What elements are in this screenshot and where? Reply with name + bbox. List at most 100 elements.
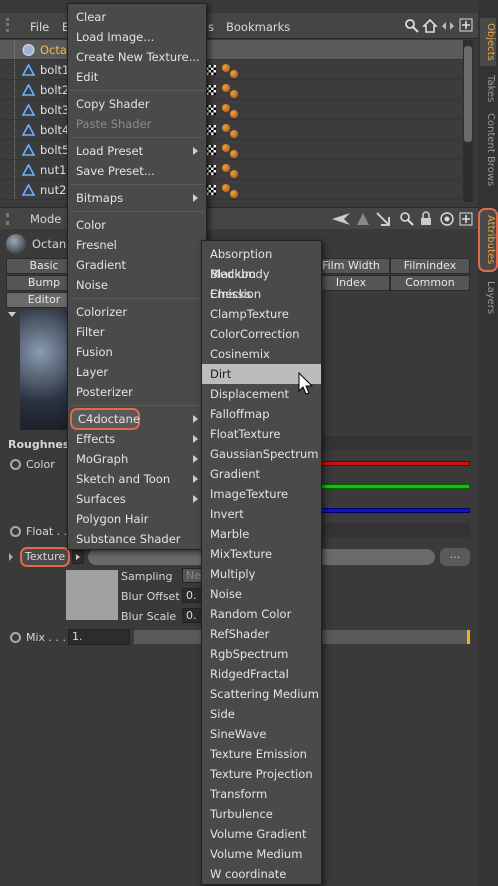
- menu-item-noise[interactable]: Noise: [68, 275, 206, 295]
- menu-item-sketch-and-toon[interactable]: Sketch and Toon: [68, 469, 206, 489]
- back-arrow-icon[interactable]: [330, 212, 352, 226]
- tag-icon[interactable]: [230, 70, 238, 78]
- tag-icon[interactable]: [230, 130, 238, 138]
- menu-item-posterizer[interactable]: Posterizer: [68, 382, 206, 402]
- tag-icon[interactable]: [222, 84, 230, 92]
- submenu-item-turbulence[interactable]: Turbulence: [202, 804, 321, 824]
- menu-item-color[interactable]: Color: [68, 215, 206, 235]
- menu-bookmarks[interactable]: Bookmarks: [226, 20, 290, 34]
- menu-item-colorizer[interactable]: Colorizer: [68, 302, 206, 322]
- tag-icon[interactable]: [222, 184, 230, 192]
- submenu-item-scattering-medium[interactable]: Scattering Medium: [202, 684, 321, 704]
- tag-icon[interactable]: [222, 164, 230, 172]
- texture-menu-button[interactable]: [72, 550, 84, 564]
- up-arrow-icon[interactable]: [356, 212, 370, 226]
- browse-button[interactable]: ...: [440, 548, 470, 566]
- tab-takes[interactable]: Takes: [480, 74, 496, 104]
- tag-icon[interactable]: [230, 90, 238, 98]
- tag-icon[interactable]: [230, 150, 238, 158]
- material-tag-icon[interactable]: [206, 125, 216, 135]
- submenu-item-sinewave[interactable]: SineWave: [202, 724, 321, 744]
- material-tag-icon[interactable]: [206, 65, 216, 75]
- search-icon[interactable]: [400, 212, 414, 226]
- submenu-item-refshader[interactable]: RefShader: [202, 624, 321, 644]
- submenu-item-ridgedfractal[interactable]: RidgedFractal: [202, 664, 321, 684]
- tab-objects[interactable]: Objects: [480, 18, 496, 66]
- arrows-icon[interactable]: [441, 20, 455, 32]
- forward-arrow-icon[interactable]: [376, 212, 390, 226]
- menu-item-load-preset[interactable]: Load Preset: [68, 141, 206, 161]
- material-tag-icon[interactable]: [206, 85, 216, 95]
- add-icon[interactable]: [459, 212, 473, 226]
- menu-item-fresnel[interactable]: Fresnel: [68, 235, 206, 255]
- tab-filmindex[interactable]: Filmindex: [390, 258, 470, 274]
- tab-attributes[interactable]: Attributes: [478, 208, 498, 272]
- tab-layers[interactable]: Layers: [480, 280, 496, 316]
- tag-icon[interactable]: [230, 190, 238, 198]
- submenu-item-multiply[interactable]: Multiply: [202, 564, 321, 584]
- tag-icon[interactable]: [222, 104, 230, 112]
- menu-item-bitmaps[interactable]: Bitmaps: [68, 188, 206, 208]
- search-icon[interactable]: [404, 18, 420, 34]
- tag-icon[interactable]: [222, 124, 230, 132]
- submenu-item-transform[interactable]: Transform: [202, 784, 321, 804]
- submenu-item-marble[interactable]: Marble: [202, 524, 321, 544]
- collapse-icon[interactable]: [8, 312, 16, 317]
- menu-item-substance-shader[interactable]: Substance Shader: [68, 529, 206, 549]
- submenu-item-noise[interactable]: Noise: [202, 584, 321, 604]
- lock-icon[interactable]: [420, 211, 432, 226]
- expand-icon[interactable]: [9, 553, 13, 561]
- color-blue-slider[interactable]: [320, 508, 470, 513]
- menu-item-create-new-texture[interactable]: Create New Texture...: [68, 47, 206, 67]
- tab-content-browser[interactable]: Content Brows: [480, 112, 496, 188]
- menu-file[interactable]: File: [30, 20, 49, 34]
- submenu-item-texture-emission[interactable]: Texture Emission: [202, 744, 321, 764]
- submenu-item-invert[interactable]: Invert: [202, 504, 321, 524]
- submenu-item-gaussianspectrum[interactable]: GaussianSpectrum: [202, 444, 321, 464]
- float-radio[interactable]: [10, 526, 21, 537]
- tag-icon[interactable]: [222, 64, 230, 72]
- submenu-item-random-color[interactable]: Random Color: [202, 604, 321, 624]
- material-tag-icon[interactable]: [206, 105, 216, 115]
- material-tag-icon[interactable]: [206, 185, 216, 195]
- target-icon[interactable]: [440, 212, 454, 226]
- menu-objects[interactable]: s: [208, 20, 214, 34]
- menu-item-copy-shader[interactable]: Copy Shader: [68, 94, 206, 114]
- color-red-slider[interactable]: [320, 461, 470, 466]
- texture-label[interactable]: Texture: [20, 547, 70, 567]
- menu-item-filter[interactable]: Filter: [68, 322, 206, 342]
- submenu-item-falloffmap[interactable]: Falloffmap: [202, 404, 321, 424]
- submenu-item-floattexture[interactable]: FloatTexture: [202, 424, 321, 444]
- submenu-item-side[interactable]: Side: [202, 704, 321, 724]
- tag-icon[interactable]: [222, 144, 230, 152]
- color-radio[interactable]: [10, 459, 21, 470]
- submenu-item-volume-gradient[interactable]: Volume Gradient: [202, 824, 321, 844]
- material-tag-icon[interactable]: [206, 165, 216, 175]
- submenu-item-mixtexture[interactable]: MixTexture: [202, 544, 321, 564]
- mode-menu[interactable]: Mode: [30, 212, 61, 226]
- submenu-item-cosinemix[interactable]: Cosinemix: [202, 344, 321, 364]
- menu-item-gradient[interactable]: Gradient: [68, 255, 206, 275]
- tag-icon[interactable]: [230, 110, 238, 118]
- submenu-item-texture-projection[interactable]: Texture Projection: [202, 764, 321, 784]
- submenu-item-absorption-medium[interactable]: Absorption Medium: [202, 244, 321, 281]
- menu-item-clear[interactable]: Clear: [68, 7, 206, 27]
- submenu-item-colorcorrection[interactable]: ColorCorrection: [202, 324, 321, 344]
- color-green-slider[interactable]: [320, 484, 470, 489]
- menu-item-fusion[interactable]: Fusion: [68, 342, 206, 362]
- submenu-item-imagetexture[interactable]: ImageTexture: [202, 484, 321, 504]
- menu-item-save-preset[interactable]: Save Preset...: [68, 161, 206, 181]
- mix-radio[interactable]: [10, 632, 21, 643]
- material-tag-icon[interactable]: [206, 145, 216, 155]
- float-field[interactable]: [320, 523, 470, 537]
- scroll-thumb[interactable]: [464, 46, 472, 142]
- add-icon[interactable]: [459, 18, 473, 32]
- menu-item-effects[interactable]: Effects: [68, 429, 206, 449]
- tab-film-width[interactable]: Film Width: [312, 258, 390, 274]
- menu-item-mograph[interactable]: MoGraph: [68, 449, 206, 469]
- submenu-item-clamptexture[interactable]: ClampTexture: [202, 304, 321, 324]
- menu-item-polygon-hair[interactable]: Polygon Hair: [68, 509, 206, 529]
- menu-item-load-image[interactable]: Load Image...: [68, 27, 206, 47]
- submenu-item-w-coordinate[interactable]: W coordinate: [202, 864, 321, 884]
- submenu-item-volume-medium[interactable]: Volume Medium: [202, 844, 321, 864]
